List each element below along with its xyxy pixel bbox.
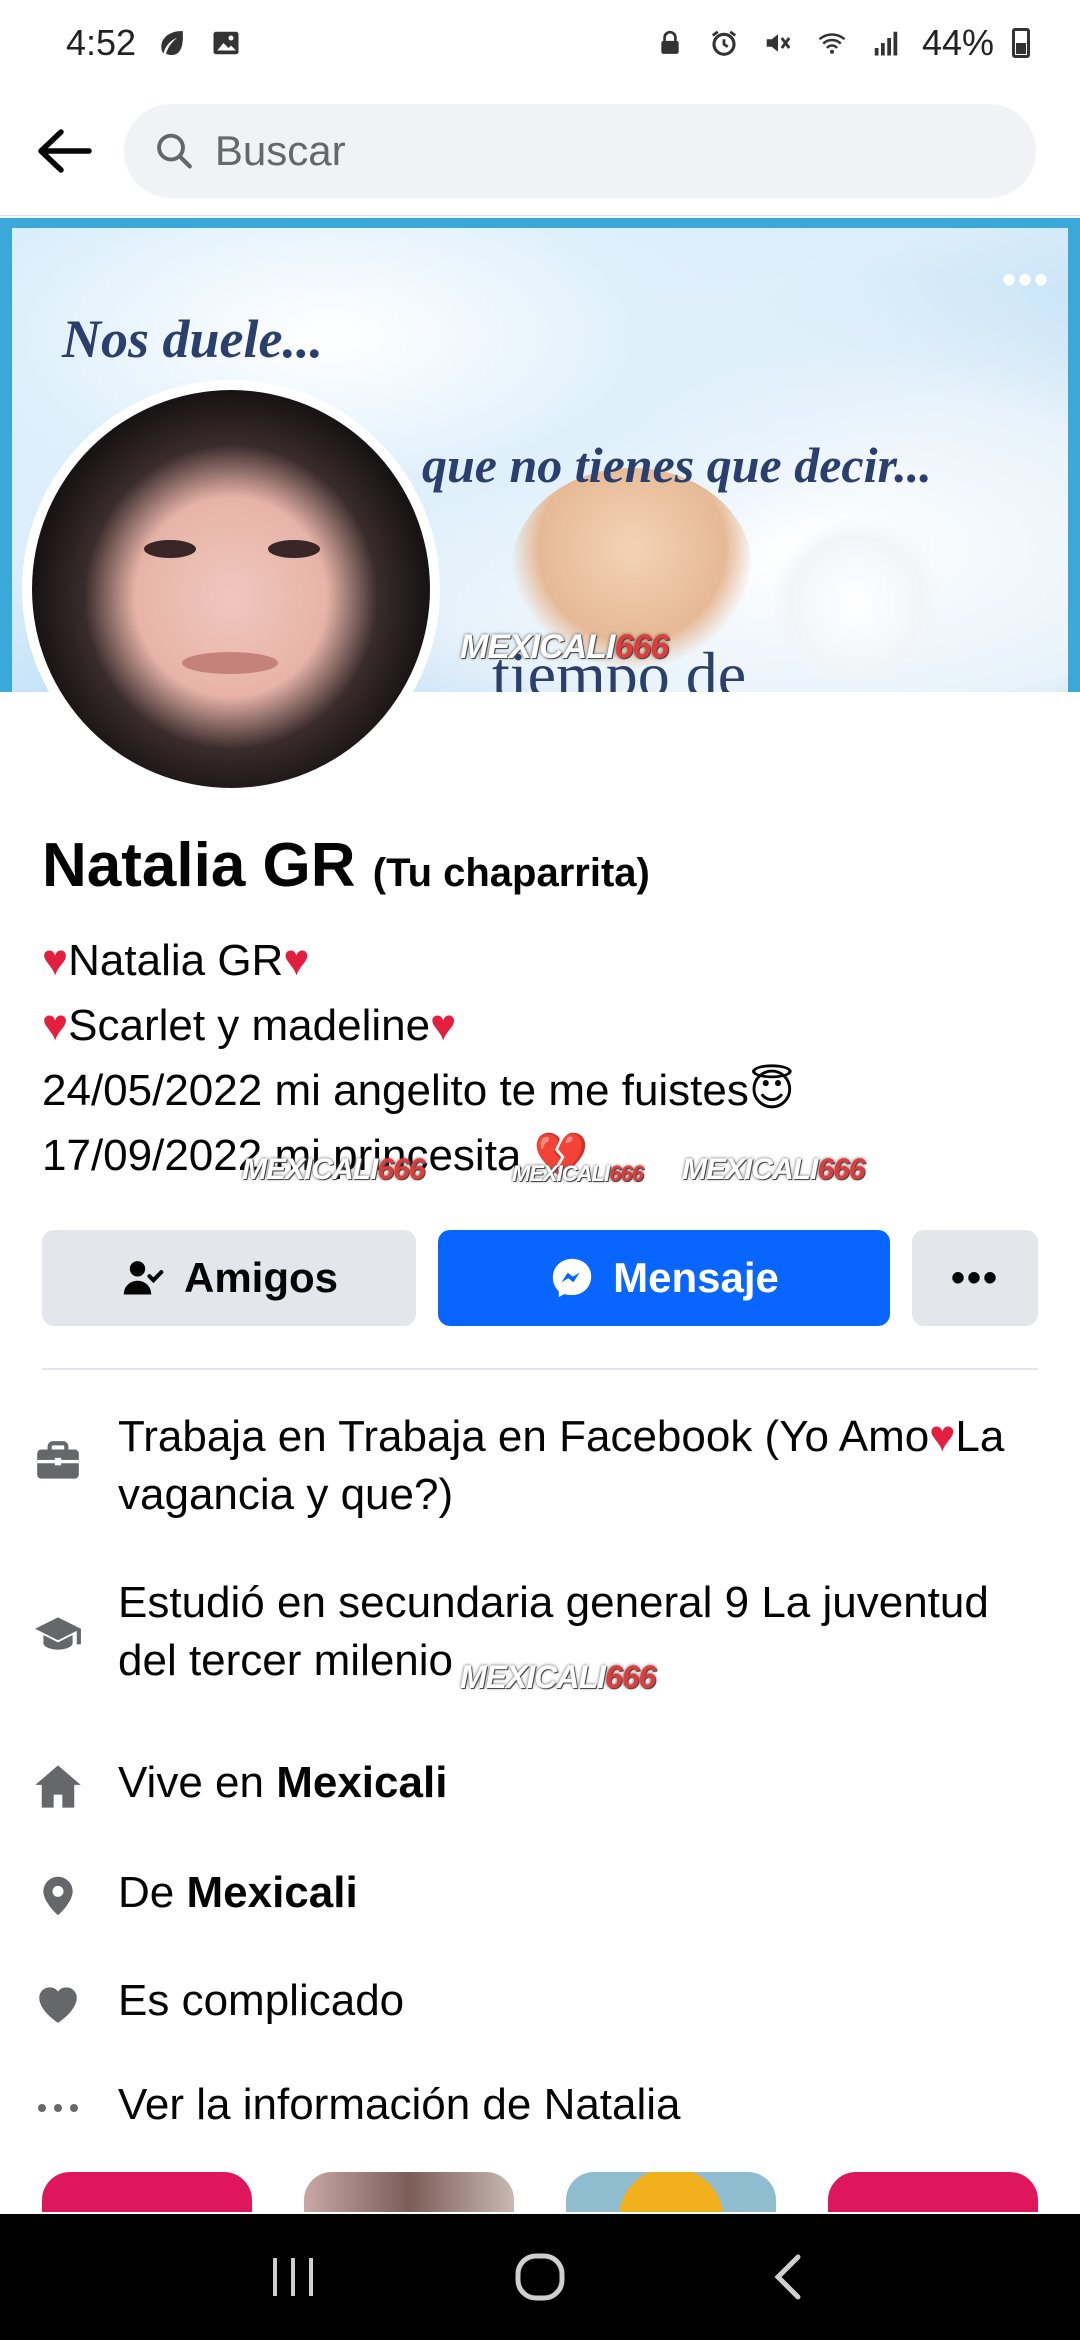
heart-icon: ♥ xyxy=(42,1001,69,1050)
location-pin-icon xyxy=(28,1866,88,1926)
image-icon xyxy=(208,25,244,61)
featured-item[interactable] xyxy=(304,2172,514,2212)
back-button[interactable] xyxy=(30,117,98,185)
system-back-button[interactable] xyxy=(747,2237,827,2317)
avatar-photo xyxy=(32,390,430,788)
heart-outline-icon xyxy=(28,1974,88,2034)
detail-work-text: Trabaja en Trabaja en Facebook (Yo Amo♥L… xyxy=(118,1412,1005,1519)
home-button[interactable] xyxy=(500,2237,580,2317)
watermark-logo: MEXICALI666 xyxy=(460,1659,656,1695)
watermark-logo: MEXICALI666 xyxy=(460,628,669,666)
detail-from[interactable]: De Mexicali xyxy=(0,1864,1080,1934)
chevron-left-icon xyxy=(774,2254,801,2300)
featured-item[interactable] xyxy=(828,2172,1038,2212)
heart-icon: ♥ xyxy=(283,936,310,985)
detail-work[interactable]: Trabaja en Trabaja en Facebook (Yo Amo♥L… xyxy=(0,1408,1080,1528)
watermark-logo: MEXICALI666 xyxy=(512,1161,644,1186)
heart-icon: ♥ xyxy=(430,1001,457,1050)
featured-item[interactable] xyxy=(42,2172,252,2212)
detail-relationship-text: Es complicado xyxy=(118,1976,405,2025)
message-button-label: Mensaje xyxy=(613,1254,779,1301)
battery-percent: 44% xyxy=(921,22,994,63)
detail-lives-text: Vive en Mexicali xyxy=(118,1758,448,1807)
detail-relationship[interactable]: Es complicado xyxy=(0,1972,1080,2042)
search-header xyxy=(0,86,1080,216)
wifi-icon xyxy=(814,25,850,61)
avatar-mouth xyxy=(182,652,278,674)
bio-line-1: ♥Natalia GR♥ xyxy=(42,936,310,985)
briefcase-icon xyxy=(28,1432,88,1492)
bio-line-2: ♥Scarlet y madeline♥ xyxy=(42,1001,457,1050)
graduation-cap-icon xyxy=(28,1604,88,1664)
bio-line-3: 24/05/2022 mi angelito te me fuistes😇 xyxy=(42,1066,795,1115)
message-button[interactable]: Mensaje xyxy=(438,1230,890,1326)
status-right: 44% xyxy=(652,22,1030,64)
mute-icon xyxy=(760,25,796,61)
friends-button[interactable]: Amigos xyxy=(42,1230,416,1326)
detail-education-text: Estudió en secundaria general 9 La juven… xyxy=(118,1574,1038,1695)
search-input[interactable] xyxy=(214,126,1006,175)
status-time: 4:52 xyxy=(66,22,137,63)
battery-icon xyxy=(1012,28,1030,58)
home-icon xyxy=(28,1756,88,1816)
heart-icon: ♥ xyxy=(42,936,69,985)
more-options-button[interactable]: ••• xyxy=(912,1230,1038,1326)
avatar-eye-right xyxy=(268,540,320,558)
cover-text-line2: que no tienes que decir... xyxy=(422,437,932,493)
system-nav-bar xyxy=(0,2214,1080,2340)
status-left: 4:52 xyxy=(66,22,244,64)
messenger-icon xyxy=(552,1258,592,1298)
profile-name: Natalia GR (Tu chaparrita) xyxy=(42,830,650,901)
see-info-link[interactable]: Ver la información de Natalia xyxy=(0,2076,1080,2146)
avatar-eye-left xyxy=(144,540,196,558)
watermark-logo: MEXICALI666 xyxy=(682,1153,865,1186)
see-info-text: Ver la información de Natalia xyxy=(118,2080,681,2129)
friend-check-icon xyxy=(123,1261,164,1295)
profile-name-text: Natalia GR xyxy=(42,831,356,900)
search-icon xyxy=(157,133,192,168)
profile-alternate-name: (Tu chaparrita) xyxy=(372,851,650,895)
detail-education[interactable]: Estudió en secundaria general 9 La juven… xyxy=(0,1574,1080,1695)
profile-avatar[interactable] xyxy=(22,380,440,798)
back-arrow-icon xyxy=(38,128,92,173)
signal-icon xyxy=(868,25,904,61)
home-circle-icon xyxy=(515,2253,565,2301)
detail-lives[interactable]: Vive en Mexicali xyxy=(0,1754,1080,1824)
angel-emoji-icon: 😇 xyxy=(748,1066,795,1115)
profile-actions: Amigos Mensaje ••• xyxy=(42,1230,1038,1326)
leaf-icon xyxy=(154,25,190,61)
cover-more-icon[interactable]: ••• xyxy=(1002,258,1050,303)
featured-strip xyxy=(0,2172,1080,2212)
status-bar: 4:52 44% xyxy=(0,0,1080,86)
lock-icon xyxy=(652,25,688,61)
cover-text-line1: Nos duele... xyxy=(62,309,323,369)
section-divider xyxy=(42,1368,1038,1370)
featured-item[interactable] xyxy=(566,2172,776,2212)
search-bar[interactable] xyxy=(124,103,1036,198)
friends-button-label: Amigos xyxy=(183,1254,338,1301)
profile-bio: ♥Natalia GR♥ ♥Scarlet y madeline♥ 24/05/… xyxy=(42,928,1042,1188)
heart-icon: ♥ xyxy=(929,1412,956,1461)
detail-from-text: De Mexicali xyxy=(118,1868,358,1917)
alarm-icon xyxy=(706,25,742,61)
recent-apps-button[interactable] xyxy=(253,2237,333,2317)
recent-apps-icon xyxy=(273,2258,314,2296)
cover-cloud-image xyxy=(772,518,942,688)
watermark-logo: MEXICALI666 xyxy=(242,1153,425,1186)
more-dots-icon xyxy=(28,2078,88,2138)
bio-line-4: 17/09/2022 mi princesita 💔 MEXICALI666 M… xyxy=(42,1123,1042,1188)
